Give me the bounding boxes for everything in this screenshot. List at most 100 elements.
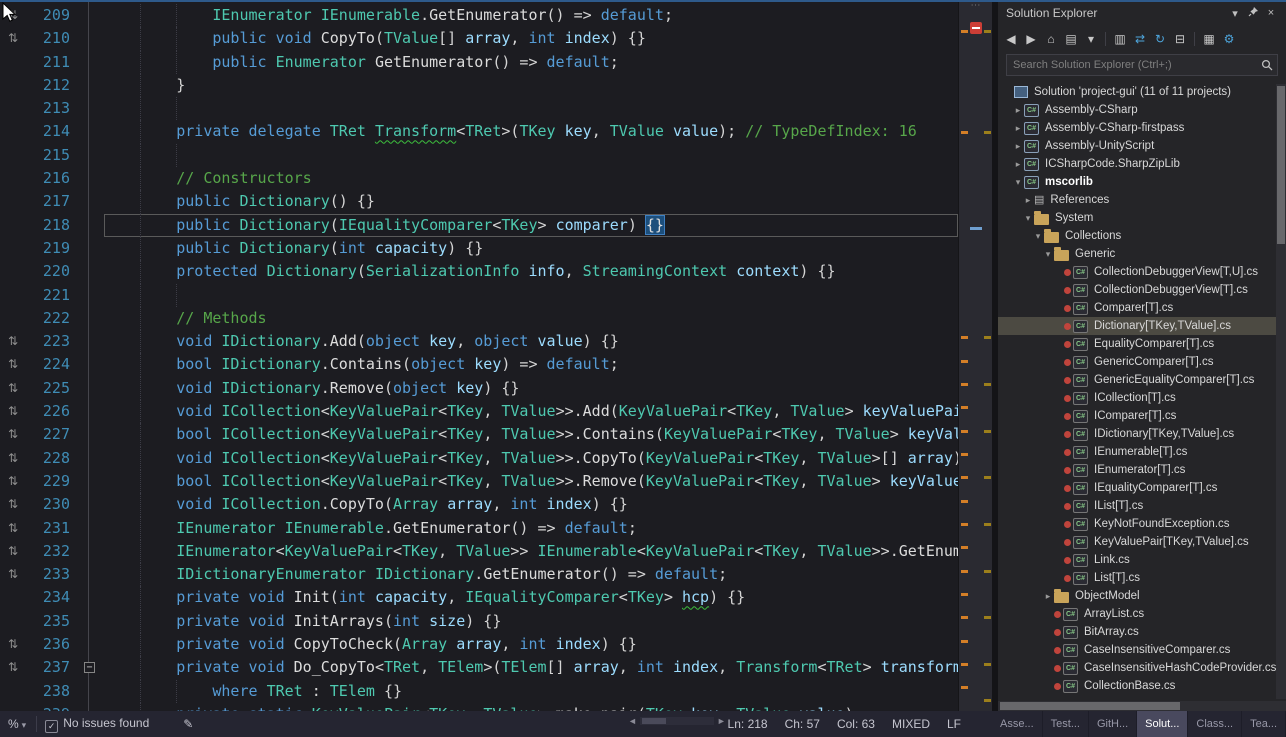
tree-item[interactable]: C#CaseInsensitiveComparer.cs (998, 641, 1286, 659)
fold-margin[interactable] (78, 633, 104, 656)
code-text[interactable]: public Dictionary(int capacity) {} (104, 237, 958, 260)
tree-item[interactable]: C#IDictionary[TKey,TValue].cs (998, 425, 1286, 443)
gutter-reference-icon[interactable]: ⇅ (0, 656, 26, 679)
code-text[interactable]: private static KeyValuePair<TKey, TValue… (104, 703, 958, 711)
code-line-220[interactable]: 220 protected Dictionary(SerializationIn… (0, 260, 958, 283)
gutter-reference-icon[interactable]: ⇅ (0, 517, 26, 540)
code-line-222[interactable]: 222 // Methods (0, 307, 958, 330)
code-text[interactable]: public void CopyTo(TValue[] array, int i… (104, 27, 958, 50)
tree-item[interactable]: C#GenericComparer[T].cs (998, 353, 1286, 371)
chevron-collapsed-icon[interactable]: ▸ (1012, 123, 1024, 134)
code-text[interactable] (104, 284, 958, 307)
line-number[interactable]: 236 (26, 633, 78, 656)
gutter-reference-icon[interactable] (0, 74, 26, 97)
fold-margin[interactable] (78, 307, 104, 330)
code-text[interactable]: bool ICollection<KeyValuePair<TKey, TVal… (104, 470, 958, 493)
tree-item[interactable]: C#CaseInsensitiveHashCodeProvider.cs (998, 659, 1286, 677)
file-health-indicator[interactable]: ✓No issues found (45, 716, 149, 733)
gutter-reference-icon[interactable]: ⇅ (0, 377, 26, 400)
collapse-all-icon[interactable]: ⊟ (1171, 30, 1189, 48)
fold-margin[interactable] (78, 517, 104, 540)
code-line-232[interactable]: ⇅232 IEnumerator<KeyValuePair<TKey, TVal… (0, 540, 958, 563)
code-line-227[interactable]: ⇅227 bool ICollection<KeyValuePair<TKey,… (0, 423, 958, 446)
gutter-reference-icon[interactable]: ⇅ (0, 353, 26, 376)
line-number[interactable]: 231 (26, 517, 78, 540)
edit-pen-icon[interactable]: ✎ (183, 717, 193, 731)
tree-item[interactable]: C#IEnumerable[T].cs (998, 443, 1286, 461)
tool-tab-tea[interactable]: Tea... (1242, 711, 1286, 737)
code-line-230[interactable]: ⇅230 void ICollection.CopyTo(Array array… (0, 493, 958, 516)
pending-changes-filter-icon[interactable]: ▥ (1111, 30, 1129, 48)
line-number[interactable]: 214 (26, 120, 78, 143)
gutter-reference-icon[interactable] (0, 214, 26, 237)
line-number[interactable]: 220 (26, 260, 78, 283)
line-number[interactable]: 229 (26, 470, 78, 493)
character-indicator[interactable]: Ch: 57 (785, 717, 820, 731)
code-text[interactable]: private void Init(int capacity, IEqualit… (104, 586, 958, 609)
code-text[interactable]: IEnumerator IEnumerable.GetEnumerator() … (104, 4, 958, 27)
fold-margin[interactable] (78, 167, 104, 190)
code-text[interactable] (104, 97, 958, 120)
line-number[interactable]: 222 (26, 307, 78, 330)
fold-margin[interactable] (78, 144, 104, 167)
code-text[interactable]: public Enumerator GetEnumerator() => def… (104, 51, 958, 74)
line-number[interactable]: 235 (26, 610, 78, 633)
code-text[interactable]: void IDictionary.Remove(object key) {} (104, 377, 958, 400)
chevron-expanded-icon[interactable]: ▾ (1042, 249, 1054, 260)
tree-item[interactable]: C#GenericEqualityComparer[T].cs (998, 371, 1286, 389)
line-number[interactable]: 219 (26, 237, 78, 260)
code-line-228[interactable]: ⇅228 void ICollection<KeyValuePair<TKey,… (0, 447, 958, 470)
code-text[interactable]: // Methods (104, 307, 958, 330)
chevron-collapsed-icon[interactable]: ▸ (1012, 159, 1024, 170)
tree-item[interactable]: C#IEnumerator[T].cs (998, 461, 1286, 479)
fold-margin[interactable] (78, 703, 104, 711)
gutter-reference-icon[interactable]: ⇅ (0, 633, 26, 656)
line-number[interactable]: 223 (26, 330, 78, 353)
code-line-216[interactable]: 216 // Constructors (0, 167, 958, 190)
tree-item[interactable]: ▸▤References (998, 191, 1286, 209)
tree-vertical-scrollbar-thumb[interactable] (1277, 86, 1285, 244)
tree-item[interactable]: ▸C#Assembly-UnityScript (998, 137, 1286, 155)
gutter-reference-icon[interactable]: ⇅ (0, 493, 26, 516)
line-number[interactable]: 209 (26, 4, 78, 27)
code-line-214[interactable]: 214 private delegate TRet Transform<TRet… (0, 120, 958, 143)
gutter-reference-icon[interactable] (0, 680, 26, 703)
tree-vertical-scrollbar[interactable] (1276, 84, 1286, 699)
line-number[interactable]: 226 (26, 400, 78, 423)
line-number[interactable]: 232 (26, 540, 78, 563)
chevron-collapsed-icon[interactable]: ▸ (1012, 105, 1024, 116)
code-text[interactable]: } (104, 74, 958, 97)
tree-item[interactable]: ▸C#Assembly-CSharp (998, 101, 1286, 119)
window-position-chevron-icon[interactable]: ▾ (1226, 7, 1244, 20)
fold-margin[interactable] (78, 260, 104, 283)
gutter-reference-icon[interactable] (0, 703, 26, 711)
scope-chevron-icon[interactable]: ▾ (1082, 30, 1100, 48)
code-text[interactable]: IEnumerator IEnumerable.GetEnumerator() … (104, 517, 958, 540)
fold-margin[interactable] (78, 610, 104, 633)
fold-margin[interactable] (78, 51, 104, 74)
gutter-reference-icon[interactable] (0, 51, 26, 74)
gutter-reference-icon[interactable] (0, 586, 26, 609)
line-number[interactable]: 224 (26, 353, 78, 376)
code-text[interactable]: public Dictionary(IEqualityComparer<TKey… (104, 214, 958, 237)
tree-horizontal-scrollbar-thumb[interactable] (1000, 702, 1180, 710)
fold-margin[interactable] (78, 493, 104, 516)
code-line-210[interactable]: ⇅210 public void CopyTo(TValue[] array, … (0, 27, 958, 50)
tree-item[interactable]: ▾C#mscorlib (998, 173, 1286, 191)
tree-item[interactable]: C#Dictionary[TKey,TValue].cs (998, 317, 1286, 335)
code-line-224[interactable]: ⇅224 bool IDictionary.Contains(object ke… (0, 353, 958, 376)
gutter-reference-icon[interactable]: ⇅ (0, 400, 26, 423)
code-line-217[interactable]: 217 public Dictionary() {} (0, 190, 958, 213)
code-text[interactable]: private void CopyToCheck(Array array, in… (104, 633, 958, 656)
line-number[interactable]: 225 (26, 377, 78, 400)
fold-margin[interactable] (78, 330, 104, 353)
line-number[interactable]: 233 (26, 563, 78, 586)
code-line-236[interactable]: ⇅236 private void CopyToCheck(Array arra… (0, 633, 958, 656)
refresh-icon[interactable]: ↻ (1151, 30, 1169, 48)
fold-margin[interactable] (78, 4, 104, 27)
chevron-collapsed-icon[interactable]: ▸ (1022, 195, 1034, 206)
line-number[interactable]: 239 (26, 703, 78, 711)
tree-item[interactable]: C#List[T].cs (998, 569, 1286, 587)
code-line-221[interactable]: 221 (0, 284, 958, 307)
tool-tab-gith[interactable]: GitH... (1089, 711, 1137, 737)
